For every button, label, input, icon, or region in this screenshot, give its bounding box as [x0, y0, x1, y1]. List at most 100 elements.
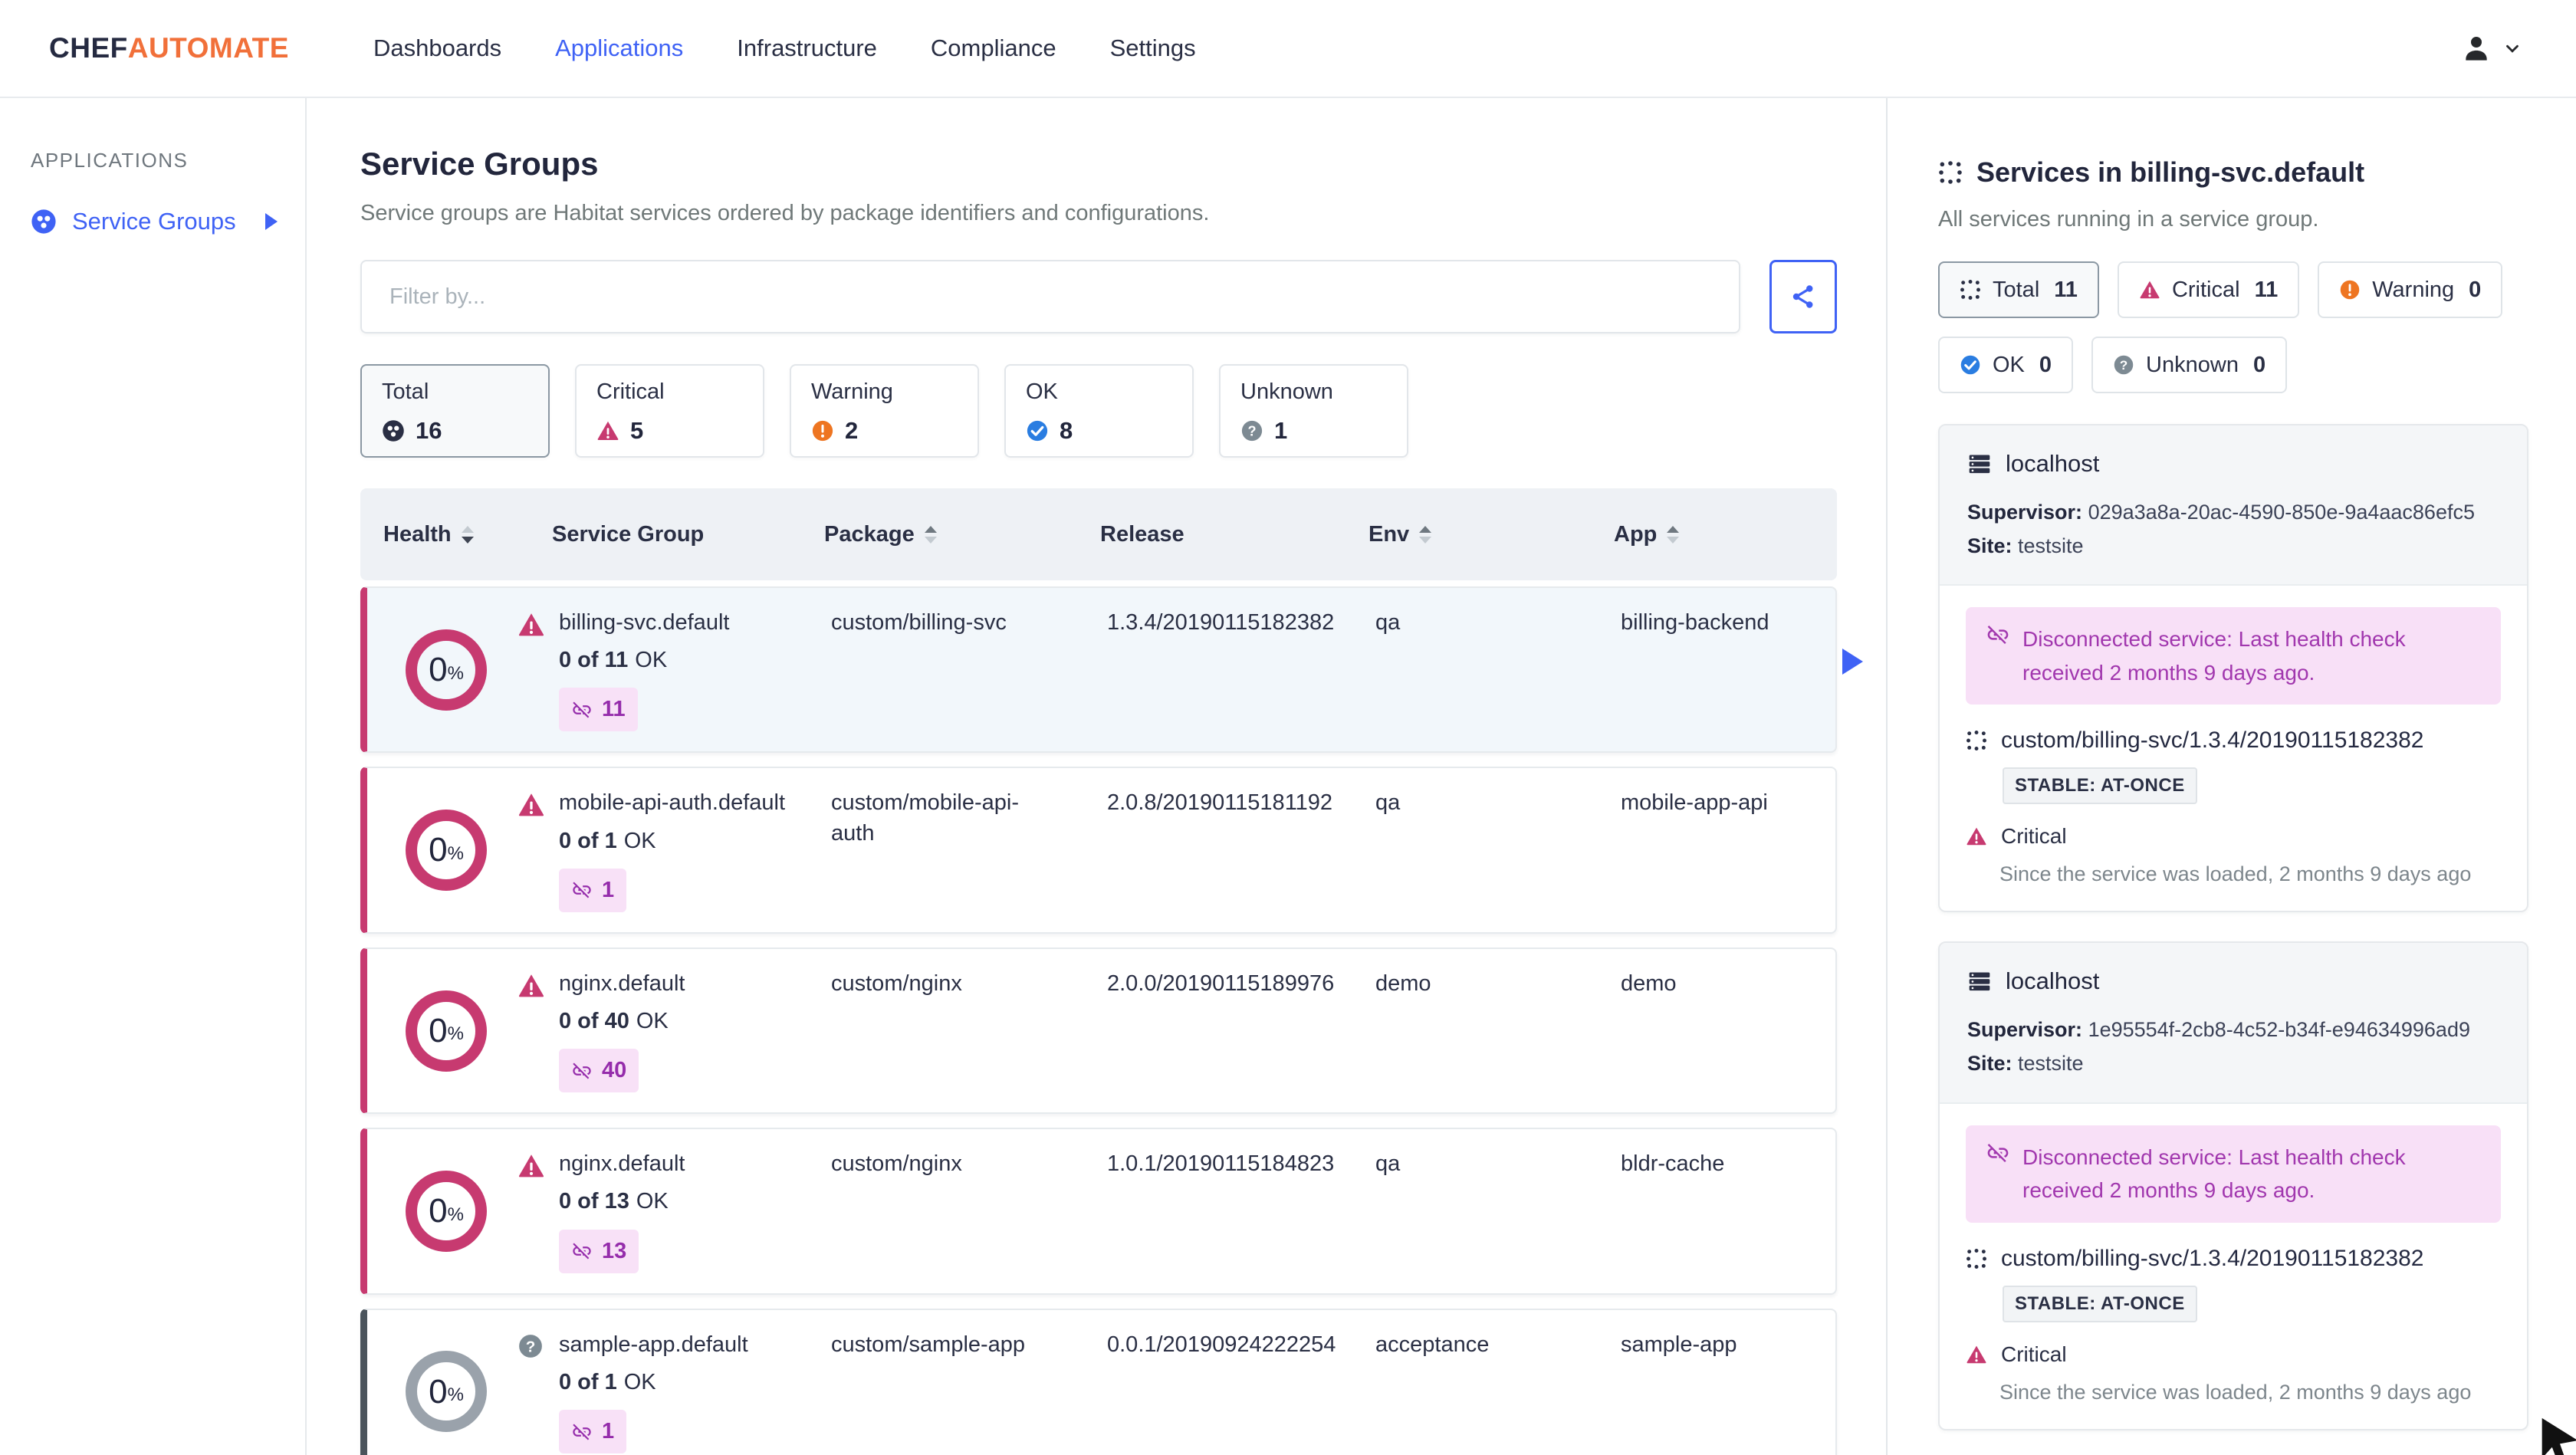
selected-row-arrow-icon[interactable] [1842, 649, 1863, 675]
service-group-list: 0 % billing-svc.default 0 of 11 OK 11 cu… [360, 586, 1837, 1455]
share-icon [1789, 283, 1817, 310]
page-title: Service Groups [360, 146, 599, 182]
column-header-package[interactable]: Package [824, 522, 1100, 547]
update-strategy-badge: STABLE: AT-ONCE [2003, 767, 2197, 805]
table-row[interactable]: 0 % mobile-api-auth.default 0 of 1OK 1 [360, 767, 1837, 934]
app-cell: billing-backend [1621, 610, 1769, 635]
health-ring: 0 % [406, 1351, 487, 1433]
panel-title: Services in billing-svc.default [1976, 156, 2365, 188]
column-header-app[interactable]: App [1614, 522, 1837, 547]
critical-icon [518, 972, 545, 1000]
package-cell: custom/sample-app [831, 1332, 1026, 1357]
nav-settings[interactable]: Settings [1110, 34, 1196, 62]
site-name: testsite [2018, 1051, 2084, 1075]
unknown-icon [1240, 419, 1263, 442]
nav-applications[interactable]: Applications [555, 34, 683, 62]
supervisor-id: 1e95554f-2cb8-4c52-b34f-e94634996ad9 [2088, 1018, 2470, 1042]
status-card-total[interactable]: Total 16 [360, 364, 550, 458]
site-name: testsite [2018, 534, 2084, 557]
unknown-icon [518, 1333, 544, 1359]
disconnected-badge: 11 [559, 688, 638, 732]
health-status: Critical [2001, 824, 2067, 849]
total-icon [1960, 279, 1981, 301]
chef-automate-logo[interactable]: CHEF AUTOMATE [49, 32, 289, 64]
service-status-pills: Total 11 Critical 11 Warning 0 OK 0 Unkn… [1938, 261, 2528, 393]
sort-icon [1419, 525, 1432, 544]
sort-icon [1667, 525, 1680, 544]
pill-warning[interactable]: Warning 0 [2318, 261, 2503, 318]
status-card-critical[interactable]: Critical 5 [575, 364, 764, 458]
critical-icon [1966, 826, 1987, 847]
disconnected-badge: 1 [559, 1409, 627, 1454]
table-row[interactable]: 0 % nginx.default 0 of 13 OK 13 custom/n… [360, 1128, 1837, 1295]
column-header-env[interactable]: Env [1368, 522, 1614, 547]
package-cell: custom/nginx [831, 971, 962, 996]
service-card: localhost Supervisor: 029a3a8a-20ac-4590… [1938, 424, 2528, 913]
critical-icon [518, 611, 545, 639]
warning-icon [811, 419, 834, 442]
health-since: Since the service was loaded, 2 months 9… [1999, 1380, 2472, 1404]
sort-icon [924, 525, 937, 544]
sidebar-item-service-groups[interactable]: Service Groups [31, 208, 278, 235]
user-menu[interactable] [2461, 33, 2522, 64]
disconnected-alert: Disconnected service: Last health check … [1966, 607, 2501, 705]
app-cell: bldr-cache [1621, 1151, 1725, 1177]
health-since: Since the service was loaded, 2 months 9… [1999, 862, 2472, 886]
table-row[interactable]: 0 % sample-app.default 0 of 1 OK 1 custo… [360, 1308, 1837, 1455]
table-header: Health Service Group Package Release Env… [360, 488, 1837, 580]
health-ring: 0 % [406, 629, 487, 711]
column-header-release[interactable]: Release [1100, 522, 1368, 547]
link-off-icon [571, 1240, 593, 1262]
page-subtitle: Service groups are Habitat services orde… [360, 201, 1210, 225]
service-group-name: billing-svc.default [559, 610, 730, 635]
health-ring: 0 % [406, 1170, 487, 1252]
pill-total[interactable]: Total 11 [1938, 261, 2099, 318]
package-cell: custom/nginx [831, 1151, 962, 1177]
release-cell: 1.0.1/20190115184823 [1107, 1151, 1335, 1177]
supervisor-id: 029a3a8a-20ac-4590-850e-9a4aac86efc5 [2088, 501, 2475, 524]
table-row[interactable]: 0 % billing-svc.default 0 of 11 OK 11 cu… [360, 586, 1837, 754]
nav-dashboards[interactable]: Dashboards [373, 34, 501, 62]
disconnected-badge: 13 [559, 1229, 639, 1273]
link-off-icon [571, 699, 593, 721]
logo-automate: AUTOMATE [127, 32, 289, 64]
link-off-icon [571, 1060, 593, 1082]
column-header-service-group[interactable]: Service Group [552, 522, 824, 547]
sidebar: APPLICATIONS Service Groups [0, 98, 307, 1455]
health-ring: 0 % [406, 810, 487, 892]
server-icon [1967, 969, 1992, 994]
sidebar-item-label: Service Groups [72, 208, 236, 235]
host-name: localhost [2006, 967, 2100, 995]
filter-input[interactable] [360, 260, 1740, 333]
link-off-icon [1986, 622, 2010, 689]
nav-infrastructure[interactable]: Infrastructure [737, 34, 877, 62]
status-card-unknown[interactable]: Unknown 1 [1219, 364, 1408, 458]
server-icon [1967, 452, 1992, 476]
app-cell: mobile-app-api [1621, 790, 1768, 816]
share-button[interactable] [1769, 260, 1837, 333]
nav-compliance[interactable]: Compliance [931, 34, 1056, 62]
ok-icon [1960, 354, 1981, 376]
package-dots-icon [1966, 730, 1987, 751]
env-cell: acceptance [1375, 1332, 1490, 1357]
pill-critical[interactable]: Critical 11 [2117, 261, 2300, 318]
top-nav: CHEF AUTOMATE Dashboards Applications In… [0, 0, 2576, 98]
primary-nav: Dashboards Applications Infrastructure C… [373, 34, 1196, 62]
warning-icon [2339, 279, 2361, 301]
critical-icon [1966, 1344, 1987, 1365]
status-card-ok[interactable]: OK 8 [1004, 364, 1194, 458]
release-cell: 0.0.1/20190924222254 [1107, 1332, 1336, 1357]
app-cell: demo [1621, 971, 1677, 996]
env-cell: qa [1375, 1151, 1401, 1177]
pill-unknown[interactable]: Unknown 0 [2091, 337, 2288, 393]
status-card-warning[interactable]: Warning 2 [790, 364, 979, 458]
service-group-name: nginx.default [559, 971, 685, 996]
app-cell: sample-app [1621, 1332, 1737, 1357]
service-groups-icon [31, 209, 57, 235]
panel-subtitle: All services running in a service group. [1938, 207, 2319, 232]
pill-ok[interactable]: OK 0 [1938, 337, 2074, 393]
column-header-health[interactable]: Health [383, 522, 552, 547]
package-cell: custom/billing-svc [831, 610, 1007, 635]
table-row[interactable]: 0 % nginx.default 0 of 40 OK 40 custom/n… [360, 947, 1837, 1115]
env-cell: qa [1375, 790, 1401, 816]
